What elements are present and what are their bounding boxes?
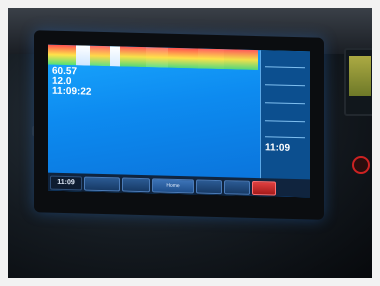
secondary-lcd bbox=[349, 56, 371, 96]
softkey-button-1[interactable] bbox=[84, 176, 120, 192]
data-readout: 60.57 12.0 11:09:22 bbox=[52, 66, 92, 98]
sidebar-divider bbox=[265, 84, 305, 87]
softkey-button-4[interactable] bbox=[224, 180, 250, 195]
readout-line-3: 11:09:22 bbox=[52, 85, 92, 98]
chartplotter-screen: 60.57 12.0 11:09:22 11:09 11:09 Home bbox=[48, 44, 310, 198]
sidebar-divider bbox=[265, 102, 305, 105]
sonar-history-strip bbox=[48, 44, 258, 71]
sidebar-divider bbox=[265, 120, 305, 123]
secondary-display bbox=[344, 48, 372, 116]
alert-button[interactable] bbox=[252, 180, 276, 196]
sidebar-divider bbox=[265, 66, 305, 69]
data-sidebar: 11:09 bbox=[260, 50, 310, 198]
softkey-button-3[interactable] bbox=[196, 179, 222, 195]
sidebar-divider bbox=[265, 136, 305, 139]
red-ring-knob-icon bbox=[352, 156, 370, 174]
softkey-button-2[interactable] bbox=[122, 177, 150, 193]
home-button[interactable]: Home bbox=[152, 178, 194, 194]
clock-button[interactable]: 11:09 bbox=[50, 175, 82, 191]
sidebar-time-value: 11:09 bbox=[265, 142, 291, 154]
